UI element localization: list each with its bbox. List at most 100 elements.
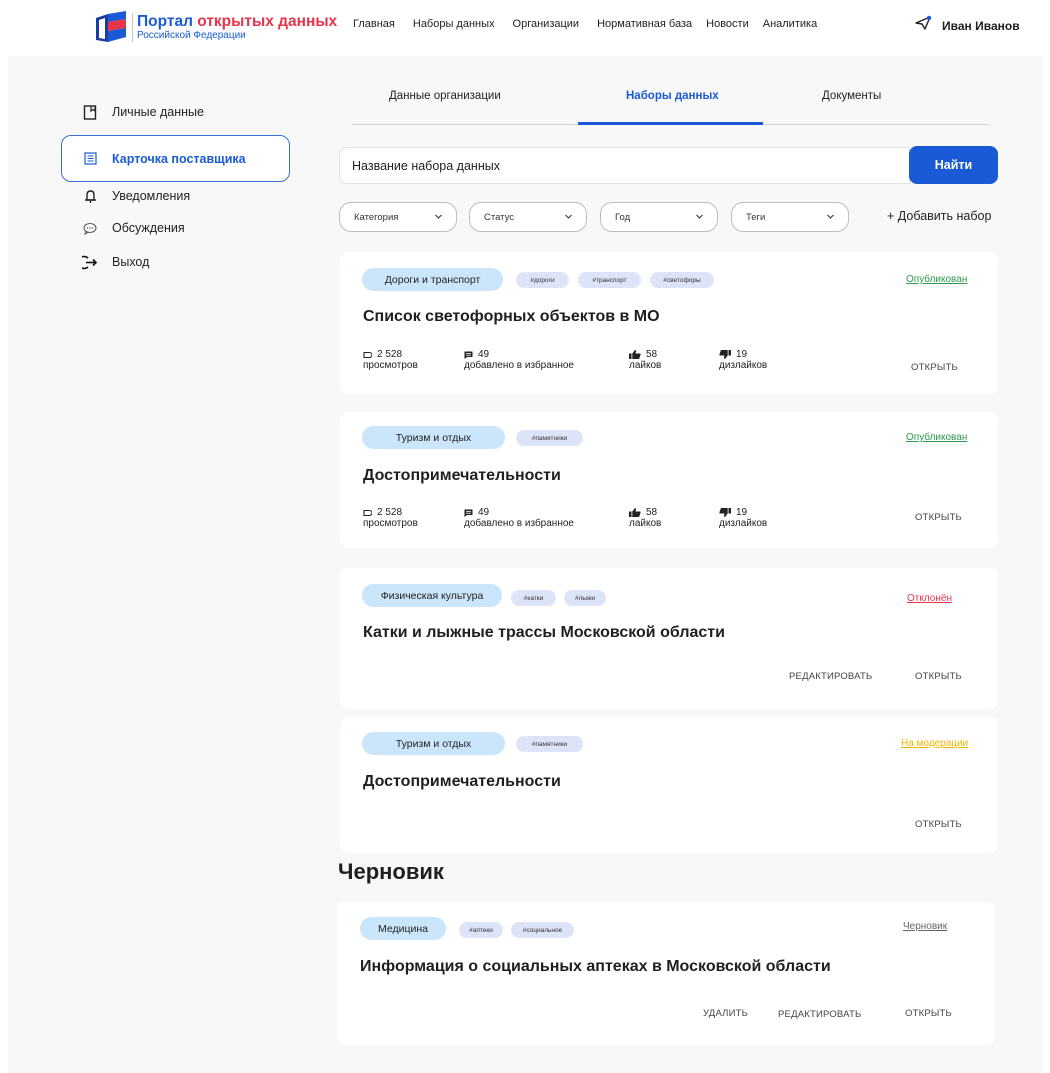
sidebar-item-provider-card[interactable]: Карточка поставщика (61, 135, 290, 182)
status-badge[interactable]: Опубликован (906, 274, 967, 285)
sidebar-item-personal-data[interactable]: Личные данные (62, 104, 204, 120)
dataset-title[interactable]: Достопримечательности (363, 773, 561, 791)
tag[interactable]: #светофоры (650, 272, 714, 288)
status-badge[interactable]: Черновик (903, 921, 947, 932)
filter-status[interactable]: Статус (469, 202, 587, 232)
nav-item-analytics[interactable]: Аналитика (763, 18, 817, 30)
filter-tags[interactable]: Теги (731, 202, 849, 232)
add-dataset-button[interactable]: + Добавить набор (887, 209, 991, 223)
chevron-down-icon (696, 214, 703, 219)
nav-item-home[interactable]: Главная (353, 18, 395, 30)
logo-subtitle: Российской Федерации (137, 29, 246, 41)
search-button[interactable]: Найти (909, 146, 998, 184)
sidebar-item-notifications[interactable]: Уведомления (62, 188, 190, 204)
tab-organization-data[interactable]: Данные организации (389, 90, 501, 102)
stat-likes: 58 лайков (629, 349, 662, 371)
logo[interactable]: Портал открытых данных Российской Федера… (94, 10, 337, 44)
sidebar-item-label: Уведомления (112, 189, 191, 203)
status-badge[interactable]: Отклонён (907, 593, 952, 604)
open-button[interactable]: ОТКРЫТЬ (915, 512, 962, 523)
tag[interactable]: #социальное (511, 922, 574, 938)
thumbs-up-icon (629, 508, 641, 517)
category-pill[interactable]: Медицина (360, 917, 446, 940)
status-badge[interactable]: Опубликован (906, 432, 967, 443)
dataset-card: Туризм и отдых #памятники Опубликован До… (340, 412, 998, 548)
user-menu[interactable]: Иван Иванов (914, 15, 1020, 36)
stat-favorites: 49 добавлено в избранное (464, 507, 574, 529)
eye-icon (363, 509, 372, 516)
status-badge[interactable]: На модерации (901, 738, 968, 749)
draft-card: Медицина #аптеки #социальное Черновик Ин… (337, 902, 995, 1045)
thumbs-down-icon (719, 350, 731, 359)
stat-views: 2 528 просмотров (363, 507, 418, 529)
tag[interactable]: #памятники (516, 736, 583, 752)
bell-icon (82, 188, 98, 204)
tab-documents[interactable]: Документы (822, 90, 881, 102)
search-input[interactable]: Название набора данных (339, 147, 910, 184)
dataset-title[interactable]: Достопримечательности (363, 467, 561, 485)
chevron-down-icon (827, 214, 834, 219)
logout-icon (82, 254, 98, 270)
main-nav: Главная Наборы данных Организации Нормат… (353, 18, 835, 30)
user-name: Иван Иванов (942, 18, 1020, 33)
stat-views: 2 528 просмотров (363, 349, 418, 371)
list-card-icon (82, 151, 98, 167)
tabs: Данные организации Наборы данных Докумен… (352, 80, 989, 125)
active-tab-indicator (578, 122, 763, 125)
dataset-title[interactable]: Катки и лыжные трассы Московской области (363, 624, 725, 642)
dataset-card: Дороги и транспорт #дороги #транспорт #с… (340, 252, 998, 394)
sidebar-item-label: Карточка поставщика (112, 151, 246, 166)
bookmark-filled-icon (464, 351, 473, 359)
stat-dislikes: 19 дизлайков (719, 507, 768, 529)
dataset-title[interactable]: Информация о социальных аптеках в Москов… (360, 958, 831, 976)
tag[interactable]: #лыжи (564, 590, 606, 606)
dataset-title[interactable]: Список светофорных объектов в МО (363, 308, 660, 326)
stat-favorites: 49 добавлено в избранное (464, 349, 574, 371)
send-icon (914, 15, 932, 36)
nav-item-datasets[interactable]: Наборы данных (413, 18, 495, 30)
sidebar-item-label: Личные данные (112, 105, 204, 119)
nav-item-regulations[interactable]: Нормативная база (597, 18, 692, 30)
dataset-card: Физическая культура #катки #лыжи Отклонё… (340, 568, 998, 709)
tab-datasets[interactable]: Наборы данных (626, 90, 719, 102)
category-pill[interactable]: Физическая культура (362, 584, 502, 607)
edit-button[interactable]: РЕДАКТИРОВАТЬ (789, 671, 872, 682)
open-button[interactable]: ОТКРЫТЬ (905, 1008, 952, 1019)
open-button[interactable]: ОТКРЫТЬ (911, 362, 958, 373)
tag[interactable]: #катки (511, 590, 556, 606)
open-button[interactable]: ОТКРЫТЬ (915, 819, 962, 830)
drafts-heading: Черновик (338, 859, 444, 884)
tag[interactable]: #транспорт (578, 272, 641, 288)
sidebar-item-logout[interactable]: Выход (62, 254, 149, 270)
eye-icon (363, 351, 372, 358)
header: Портал открытых данных Российской Федера… (0, 0, 1050, 52)
category-pill[interactable]: Дороги и транспорт (362, 268, 503, 291)
category-pill[interactable]: Туризм и отдых (362, 426, 505, 449)
edit-button[interactable]: РЕДАКТИРОВАТЬ (778, 1009, 861, 1020)
tag[interactable]: #аптеки (459, 922, 503, 938)
sidebar-item-label: Обсуждения (112, 221, 185, 235)
sidebar-item-label: Выход (112, 255, 150, 269)
nav-item-news[interactable]: Новости (706, 18, 749, 30)
open-button[interactable]: ОТКРЫТЬ (915, 671, 962, 682)
filter-category[interactable]: Категория (339, 202, 457, 232)
dataset-card: Туризм и отдых #памятники На модерации Д… (340, 717, 998, 853)
filter-year[interactable]: Год (600, 202, 718, 232)
chat-icon (82, 220, 98, 236)
tag[interactable]: #памятники (516, 430, 583, 446)
sidebar-item-discussions[interactable]: Обсуждения (62, 220, 185, 236)
bookmark-icon (82, 104, 98, 120)
thumbs-up-icon (629, 350, 641, 359)
delete-button[interactable]: УДАЛИТЬ (703, 1008, 748, 1019)
logo-book-icon (94, 10, 128, 44)
bookmark-filled-icon (464, 509, 473, 517)
logo-title: Портал открытых данных (137, 12, 338, 30)
chevron-down-icon (435, 214, 442, 219)
chevron-down-icon (565, 214, 572, 219)
stat-dislikes: 19 дизлайков (719, 349, 768, 371)
thumbs-down-icon (719, 508, 731, 517)
nav-item-organizations[interactable]: Организации (513, 18, 580, 30)
category-pill[interactable]: Туризм и отдых (362, 732, 505, 755)
tag[interactable]: #дороги (516, 272, 569, 288)
stat-likes: 58 лайков (629, 507, 662, 529)
